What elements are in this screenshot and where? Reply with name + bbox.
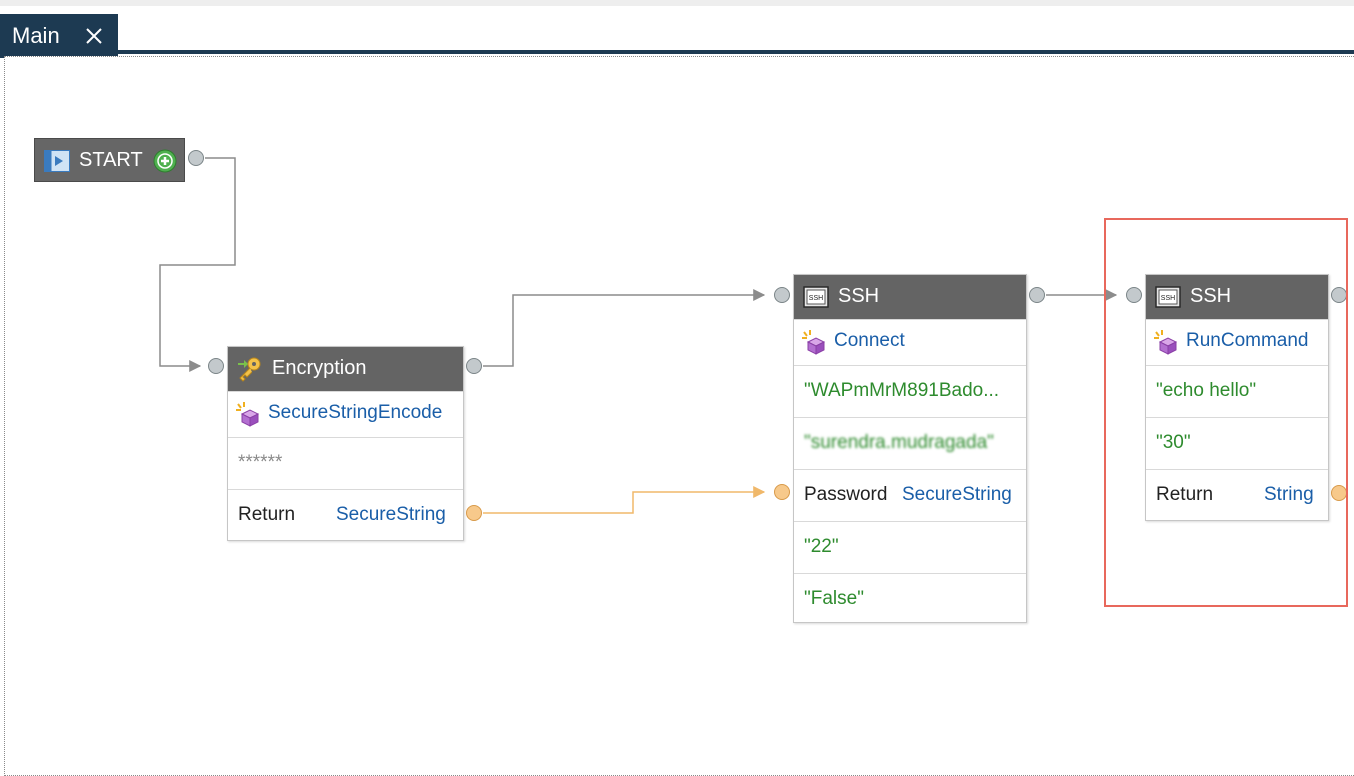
ssh-run-return-port[interactable] (1331, 485, 1347, 501)
encryption-node[interactable]: Encryption SecureStringEncode ****** Ret… (227, 346, 464, 541)
ssh-connect-host-value: "WAPmMrM891Bado... (804, 380, 1000, 401)
ssh-run-timeout-row[interactable]: "30" (1146, 417, 1328, 469)
svg-text:SSH: SSH (809, 295, 823, 302)
method-icon (1154, 330, 1178, 355)
start-node[interactable]: START (34, 138, 185, 182)
encryption-key-icon (238, 357, 261, 382)
method-icon (802, 330, 826, 355)
start-output-port[interactable] (188, 150, 204, 166)
tab-bar: Main (0, 6, 1354, 58)
ssh-connect-header: SSH SSH (794, 275, 1026, 319)
ssh-run-return-type: String (1264, 484, 1314, 505)
encryption-input-port[interactable] (208, 358, 224, 374)
ssh-run-return-row[interactable]: Return String (1146, 469, 1328, 521)
ssh-run-command-row[interactable]: "echo hello" (1146, 365, 1328, 417)
ssh-connect-username-row[interactable]: "surendra.mudragada" (794, 417, 1026, 469)
ssh-run-method-label: RunCommand (1186, 330, 1309, 351)
ssh-connect-port-value: "22" (804, 536, 839, 557)
tab-main-label: Main (12, 23, 60, 48)
ssh-icon: SSH (803, 286, 829, 308)
svg-text:SSH: SSH (1161, 295, 1175, 302)
ssh-connect-output-port[interactable] (1029, 287, 1045, 303)
ssh-run-method-row[interactable]: RunCommand (1146, 319, 1328, 365)
ssh-run-output-port[interactable] (1331, 287, 1347, 303)
ssh-connect-port-row[interactable]: "22" (794, 521, 1026, 573)
method-icon (236, 402, 260, 427)
encryption-return-label: Return (238, 504, 296, 525)
close-icon[interactable] (84, 26, 104, 46)
ssh-connect-host-row[interactable]: "WAPmMrM891Bado... (794, 365, 1026, 417)
ssh-connect-password-label: Password (804, 484, 888, 505)
ssh-connect-method-label: Connect (834, 330, 905, 351)
encryption-method-row[interactable]: SecureStringEncode (228, 391, 463, 437)
add-circle-icon[interactable] (153, 149, 177, 173)
ssh-run-input-port[interactable] (1126, 287, 1142, 303)
ssh-connect-flag-row[interactable]: "False" (794, 573, 1026, 625)
encryption-return-port[interactable] (466, 505, 482, 521)
ssh-run-header: SSH SSH (1146, 275, 1328, 319)
ssh-connect-password-row[interactable]: Password SecureString (794, 469, 1026, 521)
encryption-header: Encryption (228, 347, 463, 391)
encryption-return-type: SecureString (336, 504, 446, 525)
ssh-connect-password-port[interactable] (774, 484, 790, 500)
encryption-input-row[interactable]: ****** (228, 437, 463, 489)
ssh-run-command-value: "echo hello" (1156, 380, 1257, 401)
ssh-connect-flag-value: "False" (804, 588, 864, 609)
encryption-method-label: SecureStringEncode (268, 402, 443, 423)
start-icon (44, 150, 70, 172)
ssh-connect-password-type: SecureString (902, 484, 1012, 505)
ssh-run-node[interactable]: SSH SSH RunCommand "echo hello" "30" Ret… (1145, 274, 1329, 521)
ssh-connect-title: SSH (838, 285, 880, 307)
encryption-return-row[interactable]: Return SecureString (228, 489, 463, 541)
encryption-title: Encryption (272, 357, 367, 379)
ssh-run-timeout-value: "30" (1156, 432, 1191, 453)
ssh-icon: SSH (1155, 286, 1181, 308)
ssh-connect-input-port[interactable] (774, 287, 790, 303)
ssh-connect-node[interactable]: SSH SSH Connect "WAPmMrM891Bado... "sure… (793, 274, 1027, 623)
ssh-connect-username-value: "surendra.mudragada" (804, 432, 994, 453)
encryption-output-port[interactable] (466, 358, 482, 374)
ssh-run-title: SSH (1190, 285, 1232, 307)
encryption-input-value: ****** (238, 452, 283, 473)
start-label: START (79, 149, 143, 171)
ssh-connect-method-row[interactable]: Connect (794, 319, 1026, 365)
tab-underline (0, 50, 1354, 54)
ssh-run-return-label: Return (1156, 484, 1214, 505)
